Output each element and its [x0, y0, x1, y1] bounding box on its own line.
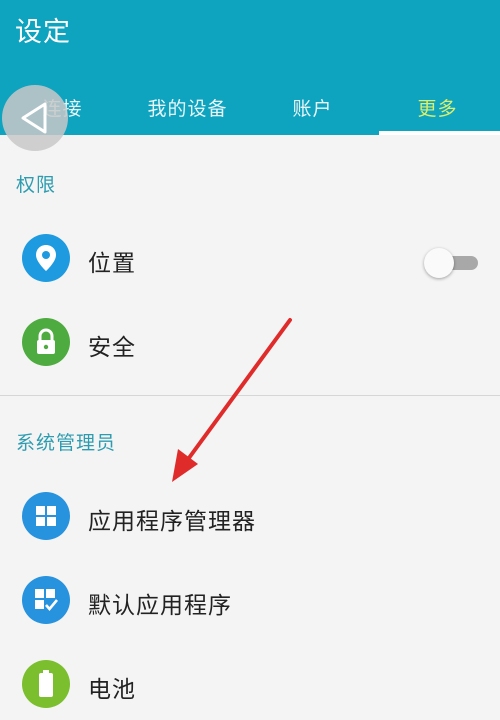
annotation-arrow — [172, 318, 292, 482]
